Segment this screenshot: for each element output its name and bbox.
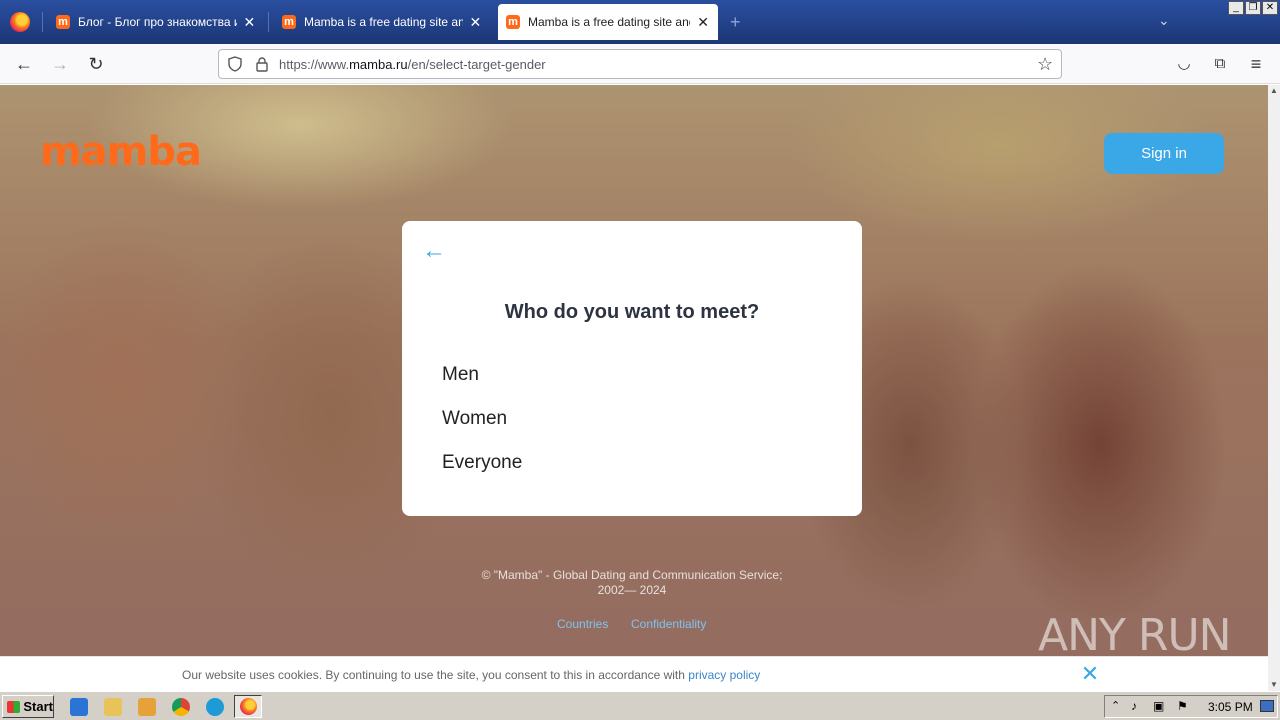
question-title: Who do you want to meet? (504, 301, 760, 323)
copyright-line-1: © "Mamba" - Global Dating and Communicat… (481, 568, 783, 582)
scroll-down-icon[interactable]: ▼ (1268, 679, 1280, 691)
close-window-icon[interactable]: ✕ (1262, 1, 1278, 15)
close-tab-icon[interactable]: ✕ (243, 14, 256, 31)
sign-in-button[interactable]: Sign in (1104, 133, 1224, 174)
gender-select-card: ← Who do you want to meet? Men Women Eve… (402, 221, 862, 516)
tab-title: Mamba is a free dating site and a c (528, 15, 690, 29)
tab-blog[interactable]: m Блог - Блог про знакомства и отн ✕ (48, 4, 264, 40)
mamba-favicon-icon: m (282, 15, 296, 29)
cookie-message: Our website uses cookies. By continuing … (182, 668, 689, 682)
restore-window-icon[interactable]: ❐ (1245, 1, 1261, 15)
url-text[interactable]: https://www.mamba.ru/en/select-target-ge… (279, 57, 546, 72)
scroll-up-icon[interactable]: ▲ (1268, 85, 1280, 97)
back-arrow-icon[interactable]: ← (422, 237, 446, 265)
start-button[interactable]: Start (2, 695, 54, 718)
browser-nav-bar: ← → ↻ https://www.mamba.ru/en/select-tar… (0, 44, 1280, 84)
close-cookie-icon[interactable]: ✕ (1080, 663, 1100, 685)
option-men[interactable]: Men (442, 364, 479, 386)
close-tab-icon[interactable]: ✕ (696, 14, 710, 31)
tab-title: Mamba is a free dating site and a c (304, 15, 463, 29)
tab-mamba-active[interactable]: m Mamba is a free dating site and a c ✕ (498, 4, 718, 40)
reload-icon[interactable]: ↻ (86, 54, 106, 74)
volume-icon[interactable]: ♪ (1131, 699, 1137, 713)
internet-explorer-icon[interactable] (70, 698, 88, 716)
clock[interactable]: 3:05 PM (1208, 700, 1253, 714)
vertical-scrollbar[interactable]: ▲ ▼ (1268, 85, 1280, 691)
footer-link-confidentiality[interactable]: Confidentiality (631, 617, 706, 631)
pocket-icon[interactable]: ◡ (1174, 54, 1194, 74)
close-tab-icon[interactable]: ✕ (469, 14, 482, 31)
tray-expand-icon[interactable]: ⌃ (1111, 699, 1120, 712)
forward-icon[interactable]: → (50, 54, 70, 74)
mamba-favicon-icon: m (506, 15, 520, 29)
network-icon[interactable]: ▣ (1153, 699, 1164, 713)
option-everyone[interactable]: Everyone (442, 452, 522, 474)
url-host: mamba.ru (349, 57, 408, 72)
back-icon[interactable]: ← (14, 54, 34, 74)
start-label: Start (23, 699, 53, 714)
windows-logo-icon (7, 700, 21, 713)
firefox-taskbar-button[interactable] (234, 695, 262, 718)
url-prefix: https://www. (279, 57, 350, 72)
url-path: /en/select-target-gender (407, 57, 546, 72)
copyright-line-2: 2002— 2024 (597, 583, 667, 597)
footer-link-countries[interactable]: Countries (557, 617, 608, 631)
show-desktop-icon[interactable] (1260, 700, 1274, 712)
firefox-icon[interactable] (10, 12, 30, 32)
option-women[interactable]: Women (442, 408, 507, 430)
edge-icon[interactable] (206, 698, 224, 716)
tab-separator (42, 12, 43, 32)
lock-icon[interactable] (255, 56, 269, 72)
firefox-icon (240, 698, 257, 715)
tab-separator (268, 12, 269, 32)
copyright: © "Mamba" - Global Dating and Communicat… (444, 568, 820, 598)
url-bar[interactable]: https://www.mamba.ru/en/select-target-ge… (218, 49, 1062, 79)
cookie-text: Our website uses cookies. By continuing … (182, 668, 760, 682)
bookmark-star-icon[interactable]: ☆ (1037, 54, 1053, 75)
file-explorer-icon[interactable] (104, 698, 122, 716)
anyrun-watermark: ANY RUN (1038, 610, 1232, 656)
tab-mamba-1[interactable]: m Mamba is a free dating site and a c ✕ (274, 4, 490, 40)
page-background: mamba Sign in ← Who do you want to meet?… (0, 85, 1268, 656)
windows-taskbar: Start ⌃ ♪ ▣ ⚑ 3:05 PM (0, 691, 1280, 720)
minimize-window-icon[interactable]: _ (1228, 1, 1244, 15)
privacy-policy-link[interactable]: privacy policy (688, 668, 760, 682)
chrome-icon[interactable] (172, 698, 190, 716)
mamba-logo[interactable]: mamba (40, 129, 202, 175)
shield-icon[interactable] (227, 56, 243, 72)
flag-icon[interactable]: ⚑ (1177, 699, 1188, 713)
new-tab-icon[interactable]: + (730, 12, 741, 33)
menu-icon[interactable]: ≡ (1246, 54, 1266, 74)
list-all-tabs-icon[interactable]: ⌄ (1158, 12, 1170, 29)
browser-tab-strip: m Блог - Блог про знакомства и отн ✕ m M… (0, 0, 1280, 44)
cookie-banner: Our website uses cookies. By continuing … (0, 656, 1268, 691)
mamba-favicon-icon: m (56, 15, 70, 29)
extensions-icon[interactable]: ⧉ (1210, 54, 1230, 74)
media-player-icon[interactable] (138, 698, 156, 716)
tab-title: Блог - Блог про знакомства и отн (78, 15, 237, 29)
